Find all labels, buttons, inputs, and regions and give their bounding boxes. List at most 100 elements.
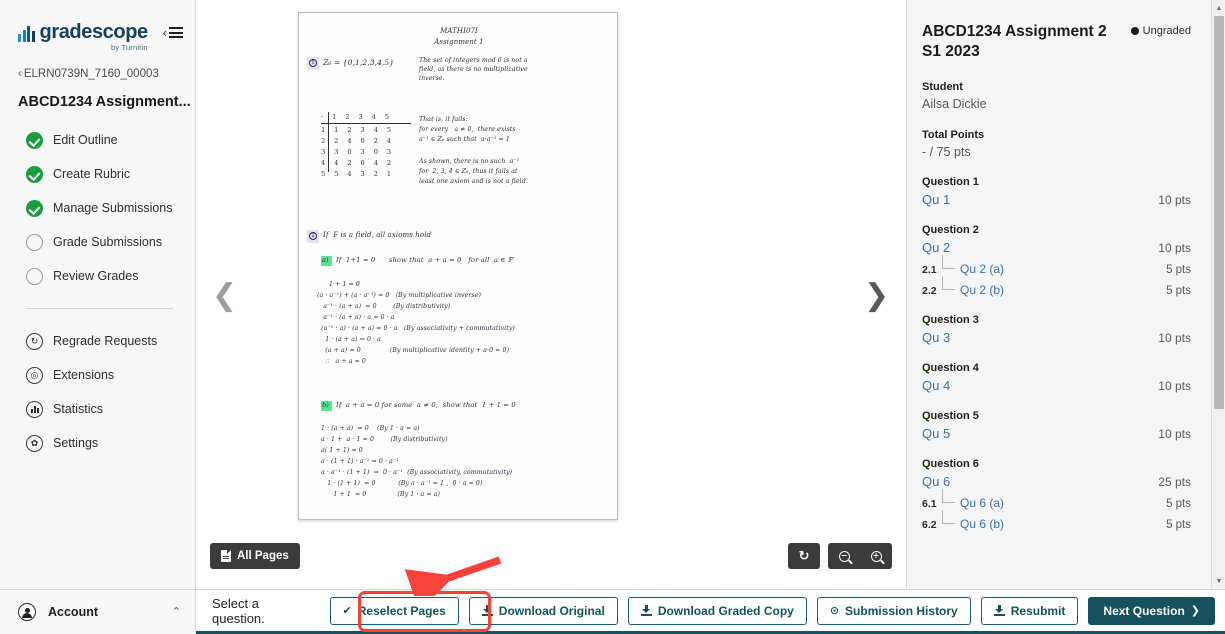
all-pages-button[interactable]: All Pages — [210, 543, 300, 569]
question-link[interactable]: Qu 2 — [922, 240, 1158, 255]
page-scrollbar[interactable]: ▲ ▼ — [1211, 0, 1225, 589]
submission-history-button[interactable]: ⊙ Submission History — [816, 596, 971, 625]
doc-q1-text4: That is, it fails: — [419, 116, 468, 123]
student-label: Student — [922, 80, 963, 93]
sidebar-item-statistics[interactable]: Statistics — [0, 392, 195, 426]
doc-q2b-line: 1 · (1 + 1) = 0 (By a · a⁻¹ = 1 , 0 · a … — [321, 480, 483, 487]
sidebar-item-review-grades[interactable]: Review Grades — [0, 259, 195, 293]
question-row[interactable]: 6.1 Qu 6 (a) 5 pts — [922, 488, 1191, 510]
status-badge: Ungraded — [1130, 25, 1191, 37]
scroll-up-arrow-icon[interactable]: ▲ — [1212, 0, 1225, 16]
question-row[interactable]: 2.1 Qu 2 (a) 5 pts — [922, 254, 1191, 276]
scroll-down-arrow-icon[interactable]: ▼ — [1212, 573, 1225, 589]
question-points: 10 pts — [1158, 192, 1191, 207]
doc-q1-set: Z₆ = {0,1,2,3,4,5} — [323, 58, 395, 67]
all-pages-label: All Pages — [237, 550, 289, 562]
tree-connector-icon — [942, 488, 955, 503]
sidebar-item-create-rubric[interactable]: Create Rubric — [0, 157, 195, 191]
hamburger-icon — [169, 27, 183, 38]
status-dot-icon — [1130, 27, 1139, 35]
question-1-marker: 1 — [309, 59, 317, 67]
sidebar-item-grade-submissions[interactable]: Grade Submissions — [0, 225, 195, 259]
submission-page-image[interactable]: MATHI07I Assignment 1 1 Z₆ = {0,1,2,3,4,… — [298, 12, 618, 520]
doc-q2a-line: (a + a) = 0 (By multiplicative identity … — [317, 347, 510, 354]
doc-table-row: 2 2 4 0 2 4 — [321, 137, 393, 145]
submission-outline-panel: ABCD1234 Assignment 2 S1 2023 Ungraded S… — [906, 0, 1211, 589]
submission-history-label: Submission History — [845, 603, 958, 618]
scrollbar-thumb[interactable] — [1214, 16, 1224, 409]
doc-q2b-line: 1 + 1 = 0 (By 1 · a = a) — [321, 491, 440, 498]
question-index: 6.1 — [922, 497, 937, 510]
zoom-in-button[interactable]: + — [860, 543, 892, 569]
doc-q2a-stem: If 1+1 = 0 show that a + a = 0 for all a… — [336, 256, 513, 264]
question-group-heading: Question 4 — [922, 361, 979, 374]
question-link[interactable]: Qu 5 — [922, 426, 1158, 441]
doc-q1-text8: for 2, 3, 4 ∈ Z₆, thus it fails at — [419, 168, 518, 175]
previous-page-button[interactable]: ❮ — [212, 278, 237, 313]
sidebar-item-label: Extensions — [53, 368, 115, 382]
doc-q2a-line: 1 · (a + a) = 0 · a — [317, 336, 381, 343]
zoom-out-button[interactable]: − — [828, 543, 860, 569]
next-page-button[interactable]: ❯ — [864, 278, 889, 313]
sidebar-item-manage-submissions[interactable]: Manage Submissions — [0, 191, 195, 225]
question-points: 10 pts — [1158, 330, 1191, 345]
question-row[interactable]: Qu 2 10 pts — [922, 240, 1191, 255]
sidebar-item-settings[interactable]: ✿ Settings — [0, 426, 195, 460]
question-points: 10 pts — [1158, 426, 1191, 441]
download-graded-copy-button[interactable]: Download Graded Copy — [627, 596, 807, 625]
sidebar-item-regrade-requests[interactable]: ↻ Regrade Requests — [0, 324, 195, 358]
check-circle-icon — [26, 165, 43, 183]
question-link[interactable]: Qu 2 (a) — [960, 262, 1166, 276]
tree-connector-icon — [942, 254, 955, 269]
download-original-label: Download Original — [498, 603, 605, 618]
question-row[interactable]: Qu 6 25 pts — [922, 474, 1191, 489]
question-link[interactable]: Qu 1 — [922, 192, 1158, 207]
next-question-button[interactable]: Next Question ❯ — [1088, 596, 1215, 625]
sidebar-item-edit-outline[interactable]: Edit Outline — [0, 123, 195, 157]
upload-icon — [993, 605, 1005, 616]
regrade-icon: ↻ — [26, 332, 43, 350]
question-row[interactable]: Qu 3 10 pts — [922, 330, 1191, 345]
breadcrumb[interactable]: ‹ ELRN0739N_7160_00003 — [18, 68, 195, 80]
chevron-right-icon: ❯ — [1190, 604, 1200, 617]
doc-q1-text9: least one axiom and is not a field. — [419, 178, 528, 185]
question-2-marker: 2 — [309, 232, 317, 240]
rotate-button[interactable]: ↻ — [788, 543, 820, 569]
brand-header: gradescope by Turnitin ‹ — [0, 0, 195, 52]
question-points: 5 pts — [1166, 284, 1191, 297]
question-link[interactable]: Qu 6 (b) — [960, 517, 1166, 531]
sidebar-item-extensions[interactable]: ◎ Extensions — [0, 358, 195, 392]
reselect-pages-button[interactable]: ✔ Reselect Pages — [329, 596, 459, 625]
empty-circle-icon — [26, 267, 43, 285]
download-original-button[interactable]: Download Original — [468, 596, 618, 625]
question-row[interactable]: Qu 4 10 pts — [922, 378, 1191, 393]
question-row[interactable]: Qu 5 10 pts — [922, 426, 1191, 441]
question-points: 10 pts — [1158, 240, 1191, 255]
question-link[interactable]: Qu 3 — [922, 330, 1158, 345]
resubmit-button[interactable]: Resubmit — [980, 596, 1079, 625]
clock-icon: ◎ — [26, 366, 43, 384]
question-row[interactable]: Qu 1 10 pts — [922, 192, 1191, 207]
select-question-prompt: Select a question. — [212, 595, 265, 626]
question-index: 2.1 — [922, 263, 937, 276]
breadcrumb-label: ELRN0739N_7160_00003 — [23, 68, 159, 80]
zoom-out-icon: − — [838, 550, 850, 562]
question-link[interactable]: Qu 2 (b) — [960, 283, 1166, 297]
resubmit-label: Resubmit — [1010, 603, 1066, 618]
question-link[interactable]: Qu 6 (a) — [960, 496, 1166, 510]
doc-q1-text3: inverse. — [419, 75, 445, 82]
doc-table-row: 1 1 2 3 4 5 — [321, 126, 393, 134]
doc-q1-text6: a⁻¹ ∈ Z₆ such that a·a⁻¹ = 1 — [419, 136, 510, 143]
question-link[interactable]: Qu 4 — [922, 378, 1158, 393]
question-row[interactable]: 6.2 Qu 6 (b) 5 pts — [922, 509, 1191, 531]
doc-q2b-line: a · (1 + 1) · a⁻¹ = 0 · a⁻¹ — [321, 458, 399, 465]
doc-title-line1: MATHI07I — [440, 27, 478, 35]
sidebar-primary-nav: Edit Outline Create Rubric Manage Submis… — [0, 123, 195, 293]
empty-circle-icon — [26, 233, 43, 251]
account-button[interactable]: Account ⌃ — [0, 589, 196, 633]
zoom-toolgroup: − + — [828, 543, 892, 569]
question-link[interactable]: Qu 6 — [922, 474, 1158, 489]
question-row[interactable]: 2.2 Qu 2 (b) 5 pts — [922, 275, 1191, 297]
sidebar-collapse-button[interactable]: ‹ — [163, 26, 183, 39]
doc-title-line2: Assignment 1 — [434, 38, 484, 46]
